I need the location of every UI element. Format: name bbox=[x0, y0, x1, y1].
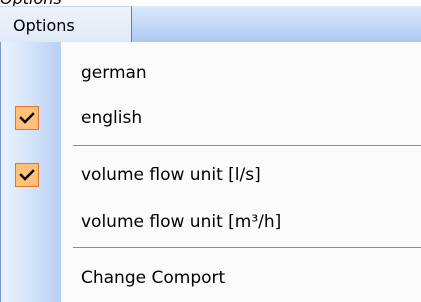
menu-separator bbox=[73, 247, 421, 248]
checkmark-icon bbox=[15, 163, 39, 187]
options-dropdown: german english volume flow unit [l/s] vo… bbox=[0, 42, 421, 302]
menu-item-label: Change Comport bbox=[81, 268, 226, 288]
menu-bar: Options bbox=[0, 6, 421, 43]
menu-item-german[interactable]: german bbox=[0, 53, 421, 93]
menu-item-volume-flow-m3h[interactable]: volume flow unit [m³/h] bbox=[0, 202, 421, 242]
menu-item-change-comport[interactable]: Change Comport bbox=[0, 258, 421, 298]
menu-item-label: volume flow unit [m³/h] bbox=[81, 212, 282, 232]
menu-item-label: german bbox=[81, 63, 147, 83]
menu-separator bbox=[73, 145, 421, 146]
options-menu-label: Options bbox=[13, 15, 75, 35]
checkmark-icon bbox=[15, 106, 39, 130]
menu-item-english[interactable]: english bbox=[0, 98, 421, 138]
menu-item-label: volume flow unit [l/s] bbox=[81, 165, 261, 185]
menu-item-volume-flow-ls[interactable]: volume flow unit [l/s] bbox=[0, 155, 421, 195]
options-menu-screenshot: Options Options german english bbox=[0, 0, 421, 302]
options-menu-button[interactable]: Options bbox=[0, 6, 132, 43]
menu-item-label: english bbox=[81, 108, 143, 128]
